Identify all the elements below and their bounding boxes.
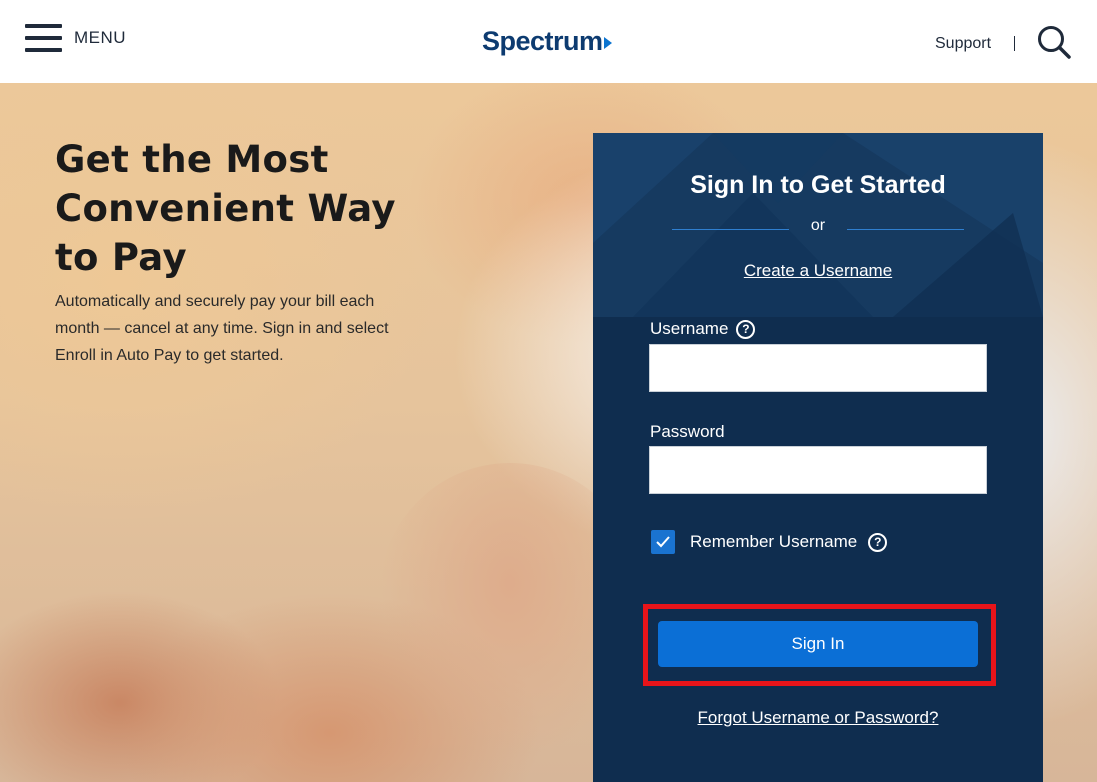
hero-description: Automatically and securely pay your bill… <box>55 293 389 364</box>
signin-panel: Sign In to Get Started or Create a Usern… <box>593 133 1043 782</box>
header-divider <box>1014 36 1015 51</box>
hero-title-line-3: to Pay <box>55 236 187 279</box>
spectrum-logo[interactable]: Spectrum <box>482 26 612 57</box>
username-input[interactable] <box>649 344 987 392</box>
hero-section: Get the Most Convenient Way to Pay Autom… <box>0 83 1097 782</box>
remember-username-checkbox[interactable] <box>651 530 675 554</box>
or-line-right <box>847 229 964 230</box>
menu-label: MENU <box>74 28 127 47</box>
remember-username-label: Remember Username <box>690 532 858 551</box>
forgot-credentials-link[interactable]: Forgot Username or Password? <box>593 708 1043 728</box>
support-link[interactable]: Support <box>935 35 991 53</box>
signin-button[interactable]: Sign In <box>658 621 978 667</box>
remember-username-row: Remember Username ? <box>651 530 888 554</box>
or-divider: or <box>672 217 964 237</box>
search-icon[interactable] <box>1036 24 1072 60</box>
password-label: Password <box>650 422 725 442</box>
or-text: or <box>810 217 826 234</box>
logo-arrow-icon <box>603 37 612 49</box>
username-help-icon[interactable]: ? <box>736 319 756 339</box>
signin-title: Sign In to Get Started <box>690 171 946 199</box>
logo-text: Spectrum <box>482 26 603 56</box>
hero-title-line-2: Convenient Way <box>55 187 396 230</box>
menu-button[interactable]: MENU <box>25 22 126 54</box>
username-label: Username ? <box>650 319 756 339</box>
username-label-text: Username <box>650 319 729 338</box>
hero-title-line-1: Get the Most <box>55 138 329 181</box>
create-username-link[interactable]: Create a Username <box>593 261 1043 281</box>
password-label-text: Password <box>650 422 725 441</box>
site-header: MENU Spectrum Support <box>0 0 1097 83</box>
hero-title: Get the Most Convenient Way to Pay <box>55 135 455 282</box>
remember-help-icon[interactable]: ? <box>868 532 888 552</box>
hamburger-icon <box>25 22 62 54</box>
password-input[interactable] <box>649 446 987 494</box>
check-icon <box>656 536 670 548</box>
